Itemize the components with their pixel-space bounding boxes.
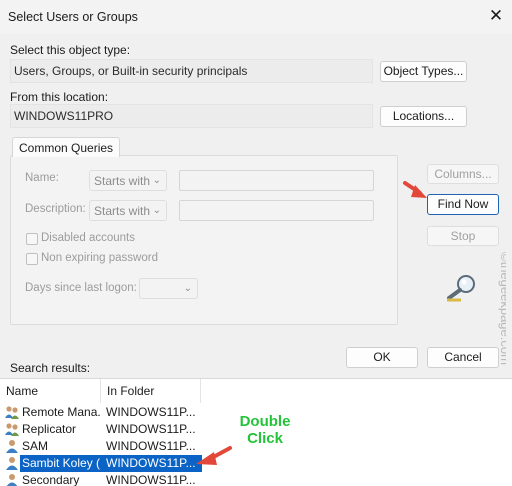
group-icon: [5, 423, 19, 436]
locations-button[interactable]: Locations...: [380, 106, 467, 127]
group-icon: [5, 406, 19, 419]
name-mode-value: Starts with: [94, 174, 151, 188]
disabled-accounts-checkbox[interactable]: [26, 233, 38, 245]
disabled-accounts-label: Disabled accounts: [41, 232, 135, 244]
name-label: Name:: [25, 172, 59, 184]
annotation-double-click: Double Click: [230, 413, 300, 447]
annotation-line-1: Double: [239, 413, 291, 430]
non-expiring-password-label: Non expiring password: [41, 252, 158, 264]
search-animation-icon: [447, 275, 475, 302]
window-title: Select Users or Groups: [8, 10, 138, 24]
column-header-folder[interactable]: In Folder: [101, 379, 201, 403]
stop-button[interactable]: Stop: [427, 226, 499, 246]
annotation-line-2: Click: [247, 430, 283, 447]
search-results-label: Search results:: [10, 361, 91, 375]
annotation-arrow-double-click: [196, 446, 232, 465]
watermark: ©thegeekpage.com: [498, 252, 506, 365]
user-icon: [6, 440, 18, 453]
column-header-name[interactable]: Name: [0, 379, 101, 403]
description-mode-select[interactable]: Starts with ⌄: [89, 200, 167, 221]
row-folder: WINDOWS11P...: [106, 422, 196, 436]
row-folder: WINDOWS11P...: [106, 473, 196, 486]
row-folder: WINDOWS11P...: [106, 456, 196, 470]
row-folder: WINDOWS11P...: [106, 405, 196, 419]
tab-common-queries[interactable]: Common Queries: [12, 137, 121, 157]
watermark-text: ©thegeekpage.com: [498, 252, 506, 365]
description-input[interactable]: [179, 200, 374, 221]
object-type-label: Select this object type:: [10, 43, 131, 57]
columns-button[interactable]: Columns...: [427, 164, 499, 184]
row-name: Replicator: [22, 422, 77, 436]
non-expiring-password-checkbox[interactable]: [26, 253, 38, 265]
table-row-selected[interactable]: Sambit Koley (... WINDOWS11P...: [0, 455, 512, 472]
object-type-field: Users, Groups, or Built-in security prin…: [10, 59, 373, 83]
find-now-button[interactable]: Find Now: [427, 194, 499, 215]
chevron-down-icon: ⌄: [152, 205, 161, 216]
location-label: From this location:: [10, 90, 109, 104]
table-row[interactable]: Secondary WINDOWS11P...: [0, 472, 512, 486]
annotation-arrow-find-now: [403, 181, 427, 198]
name-mode-select[interactable]: Starts with ⌄: [89, 170, 167, 191]
chevron-down-icon: ⌄: [183, 283, 192, 294]
row-name: Secondary: [22, 473, 80, 486]
days-since-logon-label: Days since last logon:: [25, 282, 137, 294]
days-since-logon-select[interactable]: ⌄: [139, 278, 198, 299]
row-name: SAM: [22, 439, 49, 453]
object-types-button[interactable]: Object Types...: [380, 61, 467, 82]
description-mode-value: Starts with: [94, 204, 151, 218]
row-folder: WINDOWS11P...: [106, 439, 196, 453]
name-input[interactable]: [179, 170, 374, 191]
row-name: Remote Mana...: [22, 405, 100, 419]
ok-button[interactable]: OK: [346, 347, 418, 368]
row-name: Sambit Koley (...: [22, 456, 100, 470]
user-icon: [6, 474, 18, 486]
chevron-down-icon: ⌄: [152, 175, 161, 186]
close-icon[interactable]: ✕: [486, 6, 506, 26]
description-label: Description:: [25, 203, 86, 215]
user-icon: [6, 457, 18, 470]
location-field: WINDOWS11PRO: [10, 104, 373, 128]
